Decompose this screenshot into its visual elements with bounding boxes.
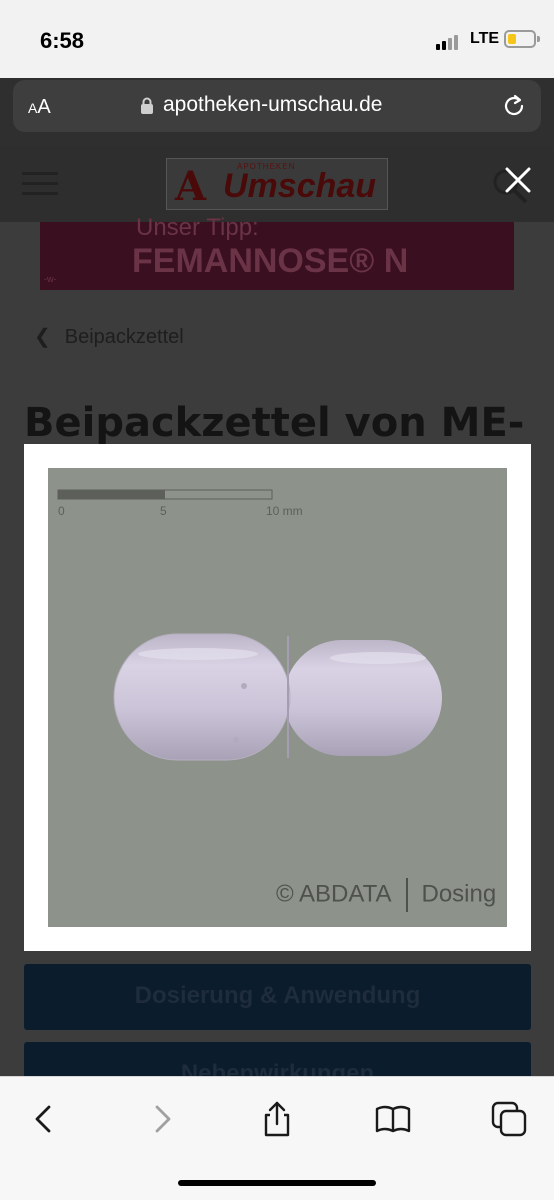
capsule-highlight — [138, 648, 258, 660]
ad-line-2: FEMANNOSE® N — [132, 242, 409, 280]
image-credit: © ABDATA Dosing — [276, 878, 496, 912]
site-header: A APOTHEKEN Umschau — [0, 146, 554, 222]
battery-tip — [537, 36, 540, 42]
logo-text: Umschau — [223, 167, 377, 205]
capsule-highlight — [330, 652, 426, 664]
status-bar: 6:58 LTE — [0, 0, 554, 78]
signal-icon — [436, 32, 464, 50]
pill-image: 0 5 10 mm © ABDATA Dosing — [48, 468, 507, 927]
scale-label-0: 0 — [58, 504, 65, 518]
section-button-nebenwirkungen[interactable]: Nebenwirkungen — [24, 1042, 531, 1076]
battery-level — [508, 34, 516, 44]
site-logo[interactable]: A APOTHEKEN Umschau — [166, 158, 388, 210]
close-icon[interactable] — [498, 160, 538, 200]
capsule-dimple — [233, 737, 239, 743]
logo-mark: A — [175, 163, 207, 210]
capsule-dimple — [241, 683, 247, 689]
status-time: 6:58 — [40, 28, 85, 53]
section-button-dosierung[interactable]: Dosierung & Anwendung — [24, 964, 531, 1030]
section-button-label: Dosierung & Anwendung — [134, 982, 421, 1009]
ad-tag: -w- — [44, 274, 57, 284]
hamburger-menu-icon[interactable] — [22, 170, 60, 198]
image-lightbox: 0 5 10 mm © ABDATA Dosing — [24, 444, 531, 951]
back-arrow-icon[interactable] — [24, 1099, 64, 1139]
back-link-label: Beipackzettel — [64, 326, 184, 348]
tabs-icon[interactable] — [489, 1099, 529, 1139]
url-text[interactable]: apotheken-umschau.de — [163, 93, 383, 117]
pill-illustration: 0 5 10 mm — [57, 489, 442, 761]
section-button-label: Nebenwirkungen — [180, 1060, 375, 1076]
share-icon[interactable] — [257, 1099, 297, 1139]
home-indicator — [178, 1180, 376, 1186]
text-size-button[interactable]: AA — [28, 96, 51, 119]
credit-left: © ABDATA — [276, 880, 392, 908]
scale-label-10: 10 mm — [266, 504, 303, 518]
back-link[interactable]: ❮ Beipackzettel — [34, 324, 184, 349]
lock-icon — [141, 97, 153, 114]
chevron-left-icon: ❮ — [34, 326, 51, 348]
forward-arrow-icon[interactable] — [142, 1099, 182, 1139]
page-title: Beipackzettel von ME- — [24, 400, 525, 446]
ad-banner[interactable]: Unser Tipp: FEMANNOSE® N -w- — [40, 214, 514, 290]
credit-right: Dosing — [421, 880, 497, 908]
ad-line-1: Unser Tipp: — [136, 214, 259, 241]
reload-icon[interactable] — [500, 92, 528, 120]
network-label: LTE — [470, 30, 500, 47]
scale-label-5: 5 — [160, 504, 167, 518]
credit-separator — [405, 878, 408, 912]
battery-icon — [504, 30, 536, 48]
bookmarks-icon[interactable] — [373, 1099, 413, 1139]
scale-bar-filled — [58, 490, 165, 499]
